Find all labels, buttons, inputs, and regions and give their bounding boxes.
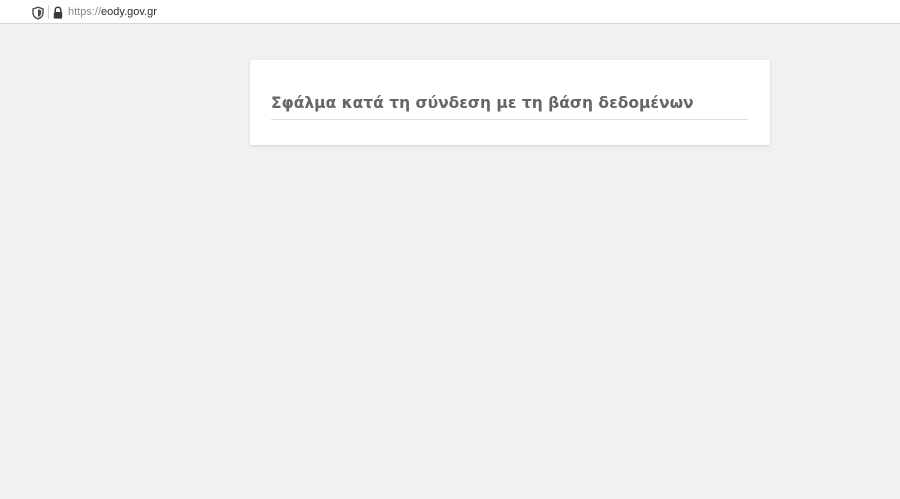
url-host: eody.gov.gr xyxy=(101,6,157,18)
url-scheme: https:// xyxy=(68,6,102,18)
lock-icon[interactable] xyxy=(52,5,64,19)
url-text[interactable]: https://eody.gov.gr xyxy=(68,5,157,19)
browser-address-bar: https://eody.gov.gr xyxy=(0,0,900,24)
error-card: Σφάλμα κατά τη σύνδεση με τη βάση δεδομέ… xyxy=(250,60,770,145)
divider xyxy=(48,5,49,19)
page-content: Σφάλμα κατά τη σύνδεση με τη βάση δεδομέ… xyxy=(0,24,900,499)
shield-icon[interactable] xyxy=(31,5,45,20)
title-divider xyxy=(271,119,748,120)
url-field[interactable]: https://eody.gov.gr xyxy=(0,1,900,23)
error-title: Σφάλμα κατά τη σύνδεση με τη βάση δεδομέ… xyxy=(271,94,694,112)
